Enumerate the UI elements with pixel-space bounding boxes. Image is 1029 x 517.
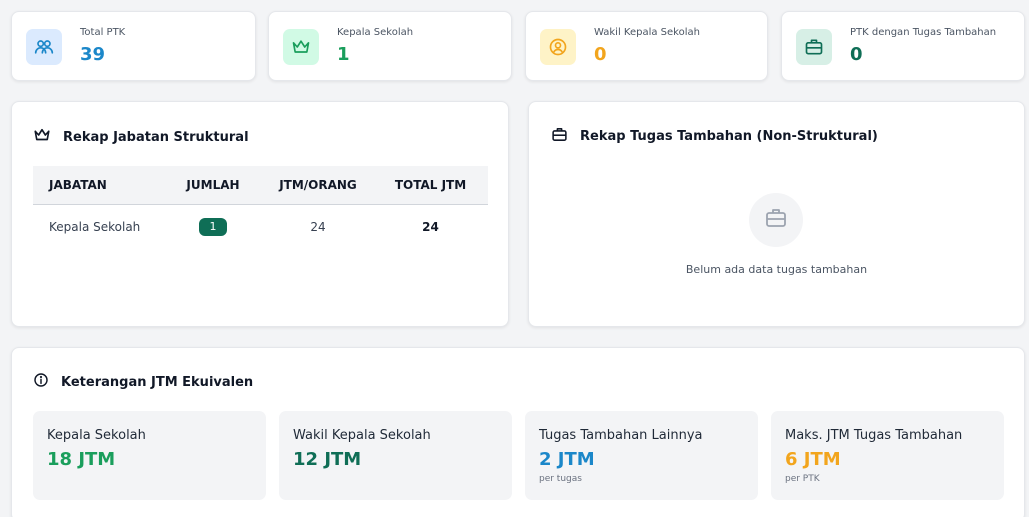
section-title-text: Keterangan JTM Ekuivalen <box>61 374 254 390</box>
keterangan-card: Keterangan JTM Ekuivalen Kepala Sekolah … <box>11 347 1025 517</box>
jtm-item-value: 2 JTM <box>539 449 595 470</box>
stat-label: Wakil Kepala Sekolah <box>594 27 700 38</box>
cell-jtm-orang: 24 <box>310 220 326 235</box>
user-circle-icon <box>540 29 576 65</box>
stat-card-total-ptk: Total PTK 39 <box>11 11 256 81</box>
cell-jabatan: Kepala Sekolah <box>49 220 141 235</box>
rekap-struktural-card: Rekap Jabatan Struktural JABATAN JUMLAH … <box>11 101 509 327</box>
jtm-item-wakil-kepala-sekolah: Wakil Kepala Sekolah 12 JTM <box>279 411 512 500</box>
col-jtm-orang: JTM/ORANG <box>263 166 373 205</box>
jtm-item-kepala-sekolah: Kepala Sekolah 18 JTM <box>33 411 266 500</box>
cell-total-jtm: 24 <box>422 220 439 235</box>
stat-card-kepala-sekolah: Kepala Sekolah 1 <box>268 11 512 81</box>
stat-value: 0 <box>850 44 863 65</box>
jtm-item-title: Tugas Tambahan Lainnya <box>539 428 703 443</box>
section-title: Keterangan JTM Ekuivalen <box>33 372 253 392</box>
cell-jumlah: 1 <box>163 204 263 250</box>
section-title-text: Rekap Jabatan Struktural <box>63 129 249 145</box>
info-icon <box>33 372 49 392</box>
col-jabatan: JABATAN <box>33 166 163 205</box>
empty-state-icon-wrap <box>749 193 803 247</box>
stat-label: Kepala Sekolah <box>337 27 414 38</box>
jtm-item-maks-jtm: Maks. JTM Tugas Tambahan 6 JTM per PTK <box>771 411 1004 500</box>
briefcase-icon <box>764 206 788 234</box>
briefcase-icon <box>796 29 832 65</box>
col-jumlah: JUMLAH <box>163 166 263 205</box>
stat-label: PTK dengan Tugas Tambahan <box>850 27 997 38</box>
section-title: Rekap Tugas Tambahan (Non-Struktural) <box>551 126 878 147</box>
users-icon <box>26 29 62 65</box>
count-badge: 1 <box>199 218 227 237</box>
stat-label: Total PTK <box>80 27 126 38</box>
jtm-item-value: 18 JTM <box>47 449 116 470</box>
crown-icon <box>33 126 51 148</box>
jtm-item-subtext: per PTK <box>785 474 820 484</box>
crown-icon <box>283 29 319 65</box>
stat-card-ptk-tugas-tambahan: PTK dengan Tugas Tambahan 0 <box>781 11 1025 81</box>
section-title: Rekap Jabatan Struktural <box>33 126 249 148</box>
empty-state-text: Belum ada data tugas tambahan <box>685 263 868 276</box>
stat-value: 0 <box>594 44 607 65</box>
jtm-item-subtext: per tugas <box>539 474 582 484</box>
col-total-jtm: TOTAL JTM <box>373 166 488 205</box>
stat-value: 1 <box>337 44 350 65</box>
table-row: Kepala Sekolah 1 24 24 <box>33 204 488 250</box>
jtm-item-value: 12 JTM <box>293 449 362 470</box>
jtm-item-title: Wakil Kepala Sekolah <box>293 428 431 443</box>
rekap-tambahan-card: Rekap Tugas Tambahan (Non-Struktural) Be… <box>528 101 1025 327</box>
stat-card-wakil-kepala-sekolah: Wakil Kepala Sekolah 0 <box>525 11 768 81</box>
jtm-item-tugas-tambahan-lainnya: Tugas Tambahan Lainnya 2 JTM per tugas <box>525 411 758 500</box>
struktural-table: JABATAN JUMLAH JTM/ORANG TOTAL JTM Kepal… <box>33 166 488 250</box>
jtm-item-title: Maks. JTM Tugas Tambahan <box>785 428 963 443</box>
section-title-text: Rekap Tugas Tambahan (Non-Struktural) <box>580 129 878 144</box>
jtm-item-value: 6 JTM <box>785 449 841 470</box>
stat-value: 39 <box>80 44 106 65</box>
jtm-item-title: Kepala Sekolah <box>47 428 146 443</box>
briefcase-icon <box>551 126 568 147</box>
